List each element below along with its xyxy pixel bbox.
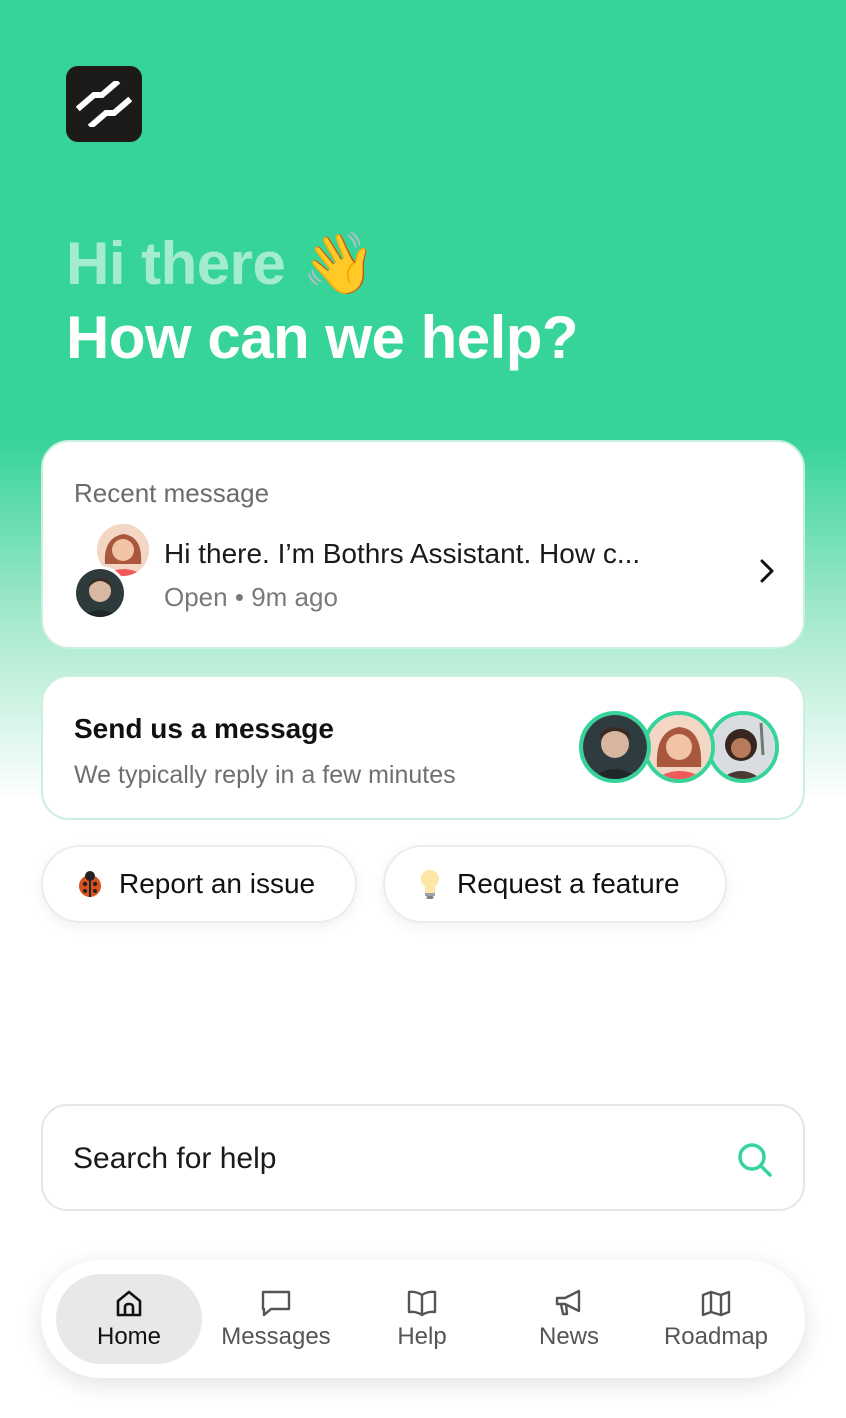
reply-time-text: We typically reply in a few minutes [74, 761, 456, 789]
status-text: Open [164, 582, 228, 612]
recent-message-preview: Hi there. I’m Bothrs Assistant. How c... [164, 538, 641, 569]
nav-label-help: Help [397, 1323, 447, 1350]
home-icon [114, 1287, 144, 1319]
send-message-card[interactable]: Send us a message We typically reply in … [41, 675, 805, 820]
lightbulb-icon [417, 868, 443, 900]
nav-label-home: Home [96, 1323, 162, 1350]
recent-message-card[interactable]: Recent message Hi there. I’m Bothrs Assi… [41, 440, 805, 649]
conversation-avatars [73, 524, 153, 620]
request-feature-button[interactable]: Request a feature [383, 845, 727, 923]
team-avatar-2 [643, 711, 715, 783]
logo-mark [76, 81, 132, 127]
chat-icon [260, 1287, 292, 1319]
nav-label-news: News [538, 1323, 599, 1350]
greeting-block: Hi there 👋 How can we help? [66, 228, 579, 376]
nav-item-home[interactable]: Home [56, 1274, 202, 1364]
timestamp: 9m ago [251, 582, 338, 612]
team-avatars [579, 711, 779, 783]
recent-message-label: Recent message [74, 478, 270, 508]
nav-item-messages[interactable]: Messages [203, 1274, 349, 1364]
avatar-agent-man [73, 566, 127, 620]
chevron-right-icon [759, 558, 775, 589]
team-avatar-1 [579, 711, 651, 783]
nav-item-news[interactable]: News [496, 1274, 642, 1364]
nav-item-roadmap[interactable]: Roadmap [643, 1274, 789, 1364]
waving-hand-icon: 👋 [301, 230, 377, 297]
page-title: How can we help? [66, 304, 579, 371]
nav-label-messages: Messages [221, 1323, 331, 1350]
ladybug-icon [75, 869, 105, 899]
book-icon [406, 1287, 438, 1319]
report-issue-label: Report an issue [119, 868, 316, 899]
report-issue-button[interactable]: Report an issue [41, 845, 357, 923]
search-bar[interactable] [41, 1104, 805, 1211]
meta-separator: • [234, 582, 244, 612]
greeting-text: Hi there [66, 230, 286, 297]
request-feature-label: Request a feature [457, 868, 680, 899]
megaphone-icon [553, 1287, 585, 1319]
greeting-line: Hi there 👋 [66, 228, 578, 300]
send-message-title: Send us a message [74, 713, 334, 744]
bottom-navigation: Home Messages Help News Roadmap [41, 1260, 805, 1378]
app-logo [66, 66, 142, 142]
search-input[interactable] [73, 1136, 713, 1182]
recent-message-meta: Open • 9m ago [164, 582, 338, 613]
map-icon [700, 1287, 732, 1319]
nav-item-help[interactable]: Help [349, 1274, 495, 1364]
nav-label-roadmap: Roadmap [663, 1323, 769, 1350]
team-avatar-3 [707, 711, 779, 783]
search-icon[interactable] [737, 1142, 773, 1183]
